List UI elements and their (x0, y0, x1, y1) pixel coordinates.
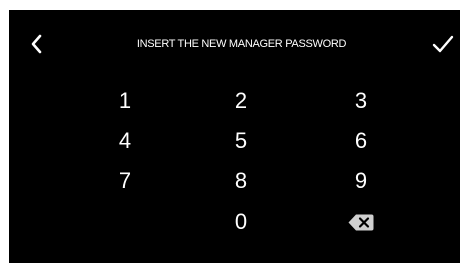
backspace-icon (348, 214, 374, 231)
delete-button[interactable] (331, 208, 391, 236)
chevron-left-icon (31, 34, 42, 54)
key-1[interactable]: 1 (95, 87, 155, 115)
checkmark-icon (432, 35, 454, 53)
key-3[interactable]: 3 (331, 87, 391, 115)
key-2[interactable]: 2 (211, 87, 271, 115)
key-4[interactable]: 4 (95, 127, 155, 155)
key-6[interactable]: 6 (331, 127, 391, 155)
key-0[interactable]: 0 (211, 208, 271, 236)
key-9[interactable]: 9 (331, 167, 391, 195)
key-8[interactable]: 8 (211, 167, 271, 195)
back-button[interactable] (27, 32, 49, 56)
key-5[interactable]: 5 (211, 127, 271, 155)
header-bar: INSERT THE NEW MANAGER PASSWORD (9, 10, 460, 62)
confirm-button[interactable] (430, 32, 456, 56)
password-keypad-screen: INSERT THE NEW MANAGER PASSWORD 1 2 3 4 … (9, 10, 460, 263)
key-7[interactable]: 7 (95, 167, 155, 195)
page-title: INSERT THE NEW MANAGER PASSWORD (136, 38, 347, 50)
